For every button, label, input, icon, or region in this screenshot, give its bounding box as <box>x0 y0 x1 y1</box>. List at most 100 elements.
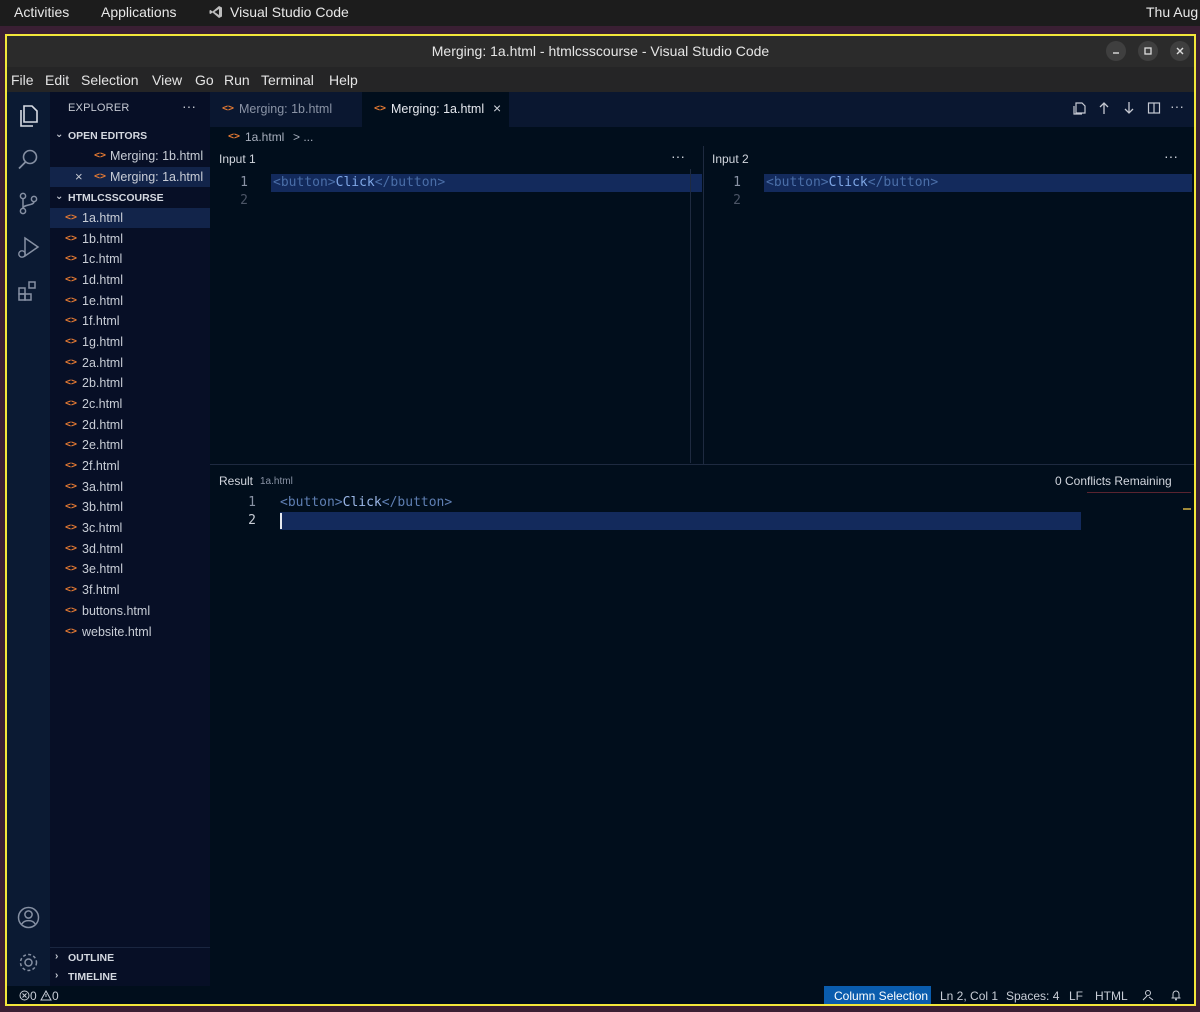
file-item[interactable]: <> 2d.html <box>50 415 210 435</box>
file-item[interactable]: <> 2b.html <box>50 373 210 393</box>
html-file-icon: <> <box>65 626 78 637</box>
menu-bar: File Edit Selection View Go Run Terminal… <box>7 67 1194 92</box>
previous-conflict-icon[interactable] <box>1097 101 1111 118</box>
file-item[interactable]: <> 3c.html <box>50 518 210 538</box>
vscode-window: Merging: 1a.html - htmlcsscourse - Visua… <box>5 34 1196 1006</box>
split-editor-icon[interactable] <box>1147 101 1161 118</box>
result-code-line[interactable]: <button>Click</button> <box>280 495 452 510</box>
more-actions-icon[interactable]: ··· <box>1170 98 1184 114</box>
file-item[interactable]: <> 2f.html <box>50 456 210 476</box>
problems-indicator[interactable]: 0 0 <box>19 989 59 1003</box>
file-item[interactable]: <> 1b.html <box>50 229 210 249</box>
file-item[interactable]: <> 3d.html <box>50 539 210 559</box>
menu-help[interactable]: Help <box>329 72 358 88</box>
cursor-overview-marker <box>1183 508 1191 510</box>
html-file-icon: <> <box>65 315 78 326</box>
file-item[interactable]: <> 1d.html <box>50 270 210 290</box>
close-window-button[interactable] <box>1170 41 1190 61</box>
html-file-icon: <> <box>374 103 387 114</box>
input1-more-icon[interactable]: ··· <box>671 148 685 164</box>
menu-terminal[interactable]: Terminal <box>261 72 314 88</box>
minimize-button[interactable] <box>1106 41 1126 61</box>
vscode-logo-icon <box>209 5 223 19</box>
file-item[interactable]: <> 2c.html <box>50 394 210 414</box>
clock[interactable]: Thu Aug <box>1146 4 1198 20</box>
line-number-current: 2 <box>248 513 256 528</box>
run-debug-icon[interactable] <box>15 234 42 261</box>
applications-menu[interactable]: Applications <box>101 4 177 20</box>
column-selection-mode[interactable]: Column Selection <box>824 986 931 1004</box>
title-bar: Merging: 1a.html - htmlcsscourse - Visua… <box>7 36 1194 67</box>
cursor-position[interactable]: Ln 2, Col 1 <box>940 989 998 1003</box>
project-folder-header[interactable]: ⌄ HTMLCSSCOURSE <box>50 188 210 208</box>
file-item[interactable]: <> 1g.html <box>50 332 210 352</box>
close-tab-icon[interactable]: × <box>493 100 501 116</box>
html-file-icon: <> <box>65 274 78 285</box>
file-item[interactable]: <> 3e.html <box>50 559 210 579</box>
result-current-line[interactable] <box>280 512 1081 530</box>
file-item[interactable]: <> website.html <box>50 622 210 642</box>
system-top-bar: Activities Applications Visual Studio Co… <box>0 0 1200 26</box>
outline-section-header[interactable]: › OUTLINE <box>50 947 210 967</box>
file-item[interactable]: <> 1f.html <box>50 311 210 331</box>
html-file-icon: <> <box>65 543 78 554</box>
open-editors-section-header[interactable]: ⌄ OPEN EDITORS <box>50 126 210 146</box>
language-mode[interactable]: HTML <box>1095 989 1128 1003</box>
file-item[interactable]: <> 1a.html <box>50 208 210 228</box>
html-file-icon: <> <box>65 398 78 409</box>
open-editor-item[interactable]: <> Merging: 1b.html <box>50 146 210 166</box>
open-file-icon[interactable] <box>1073 101 1087 118</box>
active-app-name[interactable]: Visual Studio Code <box>230 4 349 20</box>
file-item[interactable]: <> 3b.html <box>50 497 210 517</box>
menu-file[interactable]: File <box>11 72 34 88</box>
file-item[interactable]: <> 1c.html <box>50 249 210 269</box>
menu-view[interactable]: View <box>152 72 182 88</box>
activities-button[interactable]: Activities <box>14 4 69 20</box>
extensions-icon[interactable] <box>15 278 42 305</box>
window-title: Merging: 1a.html - htmlcsscourse - Visua… <box>431 43 770 59</box>
file-item[interactable]: <> 3f.html <box>50 580 210 600</box>
tab-merging-1b[interactable]: <> Merging: 1b.html <box>210 92 361 127</box>
menu-edit[interactable]: Edit <box>45 72 69 88</box>
html-file-icon: <> <box>65 605 78 616</box>
error-count: 0 <box>30 989 37 1003</box>
feedback-icon[interactable] <box>1142 989 1154 1004</box>
html-file-icon: <> <box>65 357 78 368</box>
open-editor-item-active[interactable]: × <> Merging: 1a.html <box>50 167 210 187</box>
maximize-button[interactable] <box>1138 41 1158 61</box>
menu-run[interactable]: Run <box>224 72 250 88</box>
line-number: 2 <box>240 193 248 208</box>
file-item[interactable]: <> buttons.html <box>50 601 210 621</box>
breadcrumb-file[interactable]: 1a.html <box>245 130 284 144</box>
file-item[interactable]: <> 1e.html <box>50 291 210 311</box>
file-item[interactable]: <> 2e.html <box>50 435 210 455</box>
search-icon[interactable] <box>15 146 42 173</box>
input1-title: Input 1 <box>219 152 256 166</box>
source-control-icon[interactable] <box>15 190 42 217</box>
explorer-icon[interactable] <box>15 102 42 129</box>
tab-merging-1a[interactable]: <> Merging: 1a.html × <box>362 92 509 127</box>
explorer-more-actions-button[interactable]: ··· <box>182 98 196 114</box>
menu-go[interactable]: Go <box>195 72 214 88</box>
notifications-bell-icon[interactable] <box>1170 989 1182 1004</box>
account-icon[interactable] <box>15 904 42 931</box>
result-divider[interactable] <box>210 464 1194 465</box>
pane-divider[interactable] <box>703 146 704 464</box>
file-item[interactable]: <> 3a.html <box>50 477 210 497</box>
breadcrumb-rest[interactable]: > ... <box>293 130 313 144</box>
settings-gear-icon[interactable] <box>15 949 42 976</box>
close-editor-icon[interactable]: × <box>75 169 83 184</box>
input2-more-icon[interactable]: ··· <box>1164 148 1178 164</box>
end-of-line[interactable]: LF <box>1069 989 1083 1003</box>
html-file-icon: <> <box>65 563 78 574</box>
input2-code-line[interactable]: <button>Click</button> <box>766 175 938 190</box>
chevron-right-icon: › <box>55 970 59 981</box>
indentation[interactable]: Spaces: 4 <box>1006 989 1059 1003</box>
file-item[interactable]: <> 2a.html <box>50 353 210 373</box>
next-conflict-icon[interactable] <box>1122 101 1136 118</box>
warning-icon <box>40 989 52 1001</box>
input1-code-line[interactable]: <button>Click</button> <box>273 175 445 190</box>
timeline-section-header[interactable]: › TIMELINE <box>50 967 210 987</box>
menu-selection[interactable]: Selection <box>81 72 139 88</box>
line-number: 1 <box>733 175 741 190</box>
